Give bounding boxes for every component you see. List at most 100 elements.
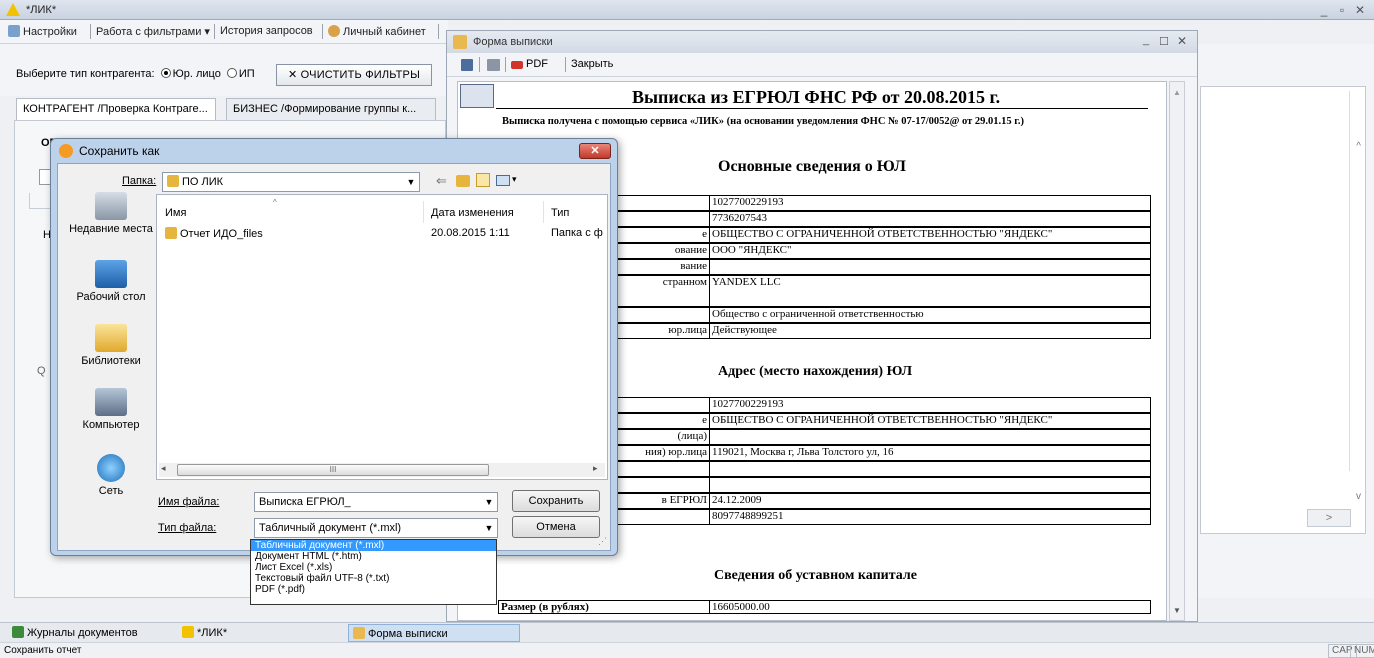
tab-counterparty[interactable]: КОНТРАГЕНТ /Проверка Контраге... [16,98,216,120]
folder-icon [167,175,179,187]
horizontal-scrollbar[interactable]: ◂ III ▸ [159,463,605,477]
folder-label: Папка: [122,175,157,187]
task-lik-label: *ЛИК* [197,627,228,639]
addr-row-value: 24.12.2009 [709,493,1151,509]
place-libraries[interactable]: Библиотеки [66,324,156,367]
up-folder-icon[interactable] [456,175,470,187]
file-row[interactable]: Отчет ИДО_files 20.08.2015 1:11 Папка с … [165,227,605,243]
scroll-right-icon[interactable]: ▸ [593,463,598,474]
app-title: *ЛИК* [26,4,57,16]
scroll-left-icon[interactable]: ◂ [161,463,166,474]
type-option-txt[interactable]: Текстовый файл UTF-8 (*.txt) [251,573,496,584]
place-libraries-label: Библиотеки [81,355,141,367]
type-option-xls[interactable]: Лист Excel (*.xls) [251,562,496,573]
scroll-up-icon[interactable]: ^ [1356,141,1361,152]
scroll-thumb[interactable]: III [177,464,489,476]
filetype-chevron-icon[interactable]: ▼ [481,519,497,537]
save-icon[interactable] [461,59,473,71]
clear-filters-button[interactable]: ✕ ОЧИСТИТЬ ФИЛЬТРЫ [276,64,432,86]
capital-value: 16605000.00 [709,600,1151,614]
view-chevron-icon[interactable]: ▾ [512,174,517,185]
dialog-close-button[interactable]: ✕ [579,143,611,159]
doc-scroll-down-icon[interactable]: ▼ [1173,606,1181,615]
num-indicator: NUM [1350,644,1374,658]
filename-value: Выписка ЕГРЮЛ_ [259,496,351,508]
folder-icon [165,227,177,239]
back-icon[interactable]: ⇐ [436,173,447,189]
form-close-icon[interactable]: ✕ [1177,34,1187,48]
file-date: 20.08.2015 1:11 [431,227,510,239]
scroll-right-icon[interactable]: > [1307,509,1351,527]
cabinet-button[interactable]: Личный кабинет [328,25,426,38]
column-date[interactable]: Дата изменения [431,207,514,219]
pdf-label: PDF [526,58,548,70]
resize-grip[interactable]: ⋰ [598,536,607,547]
app-logo-icon [59,144,73,158]
filetype-value: Табличный документ (*.mxl) [259,522,402,534]
type-option-pdf[interactable]: PDF (*.pdf) [251,584,496,595]
doc-scroll-up-icon[interactable]: ▲ [1173,88,1181,97]
radio-ip[interactable] [226,68,237,78]
corner-cell [460,84,494,108]
form-titlebar: Форма выписки _ ☐ ✕ [447,31,1197,53]
task-form[interactable]: Форма выписки [348,624,520,642]
task-form-label: Форма выписки [368,628,448,640]
tab-business[interactable]: БИЗНЕС /Формирование группы к... [226,98,436,120]
task-journals[interactable]: Журналы документов [8,624,170,642]
save-button[interactable]: Сохранить [512,490,600,512]
chevron-down-icon[interactable]: ▼ [403,173,419,191]
filetype-label: Тип файла: [158,522,217,534]
close-icon[interactable]: ✕ [1352,2,1368,18]
document-subheading: Выписка получена с помощью сервиса «ЛИК»… [502,116,1024,127]
restore-icon[interactable]: ▫ [1334,2,1350,18]
save-as-dialog: Сохранить как ✕ Папка: ПО ЛИК ▼ ⇐ ▾ Неда… [50,138,618,556]
pdf-button[interactable]: PDF [511,58,548,70]
radio-ip-label: ИП [238,68,255,80]
scroll-down-icon[interactable]: v [1356,491,1361,502]
settings-button[interactable]: Настройки [8,25,77,38]
file-list[interactable]: Имя ^ Дата изменения Тип Отчет ИДО_files… [156,194,608,480]
place-computer[interactable]: Компьютер [66,388,156,431]
filename-chevron-icon[interactable]: ▼ [481,493,497,511]
form-close-button[interactable]: Закрыть [571,58,613,70]
type-option-htm[interactable]: Документ HTML (*.htm) [251,551,496,562]
file-name: Отчет ИДО_files [180,228,263,240]
document-scrollbar[interactable]: ▲ ▼ [1169,81,1185,621]
place-recent-label: Недавние места [69,223,153,235]
search-fragment: Q [37,365,46,377]
place-recent[interactable]: Недавние места [66,192,156,235]
form-title: Форма выписки [473,36,553,48]
taskbar: Журналы документов *ЛИК* Форма выписки [0,622,1374,642]
minimize-icon[interactable]: _ [1316,2,1332,18]
addr-row-value [709,429,1151,445]
filters-menu[interactable]: Работа с фильтрами ▾ [96,25,210,38]
task-lik[interactable]: *ЛИК* [178,624,340,642]
desktop-icon [95,260,127,288]
new-folder-icon[interactable] [476,173,490,187]
right-panel: ^ v > [1200,86,1366,534]
main-row-value: 1027700229193 [709,195,1151,211]
task-journals-label: Журналы документов [27,627,138,639]
column-name[interactable]: Имя [165,207,186,219]
place-desktop-label: Рабочий стол [76,291,146,303]
pdf-icon [511,61,523,69]
form-maximize-icon[interactable]: ☐ [1159,35,1169,48]
main-row-value: 7736207543 [709,211,1151,227]
form-minimize-icon[interactable]: _ [1143,34,1149,46]
addr-row-value [709,461,1151,477]
filetype-select[interactable]: Табличный документ (*.mxl) ▼ [254,518,498,538]
network-icon [97,454,125,482]
history-button[interactable]: История запросов [220,25,313,37]
view-menu-icon[interactable] [496,175,510,186]
status-bar: Сохранить отчет CAP NUM [0,642,1374,658]
filename-input[interactable]: Выписка ЕГРЮЛ_ ▼ [254,492,498,512]
header-rule [496,108,1148,109]
column-type[interactable]: Тип [551,207,569,219]
cancel-button[interactable]: Отмена [512,516,600,538]
type-option-mxl[interactable]: Табличный документ (*.mxl) [251,540,496,551]
radio-legal-entity[interactable] [160,68,171,78]
place-desktop[interactable]: Рабочий стол [66,260,156,303]
folder-combo[interactable]: ПО ЛИК ▼ [162,172,420,192]
place-network[interactable]: Сеть [66,454,156,497]
print-icon[interactable] [487,59,500,71]
